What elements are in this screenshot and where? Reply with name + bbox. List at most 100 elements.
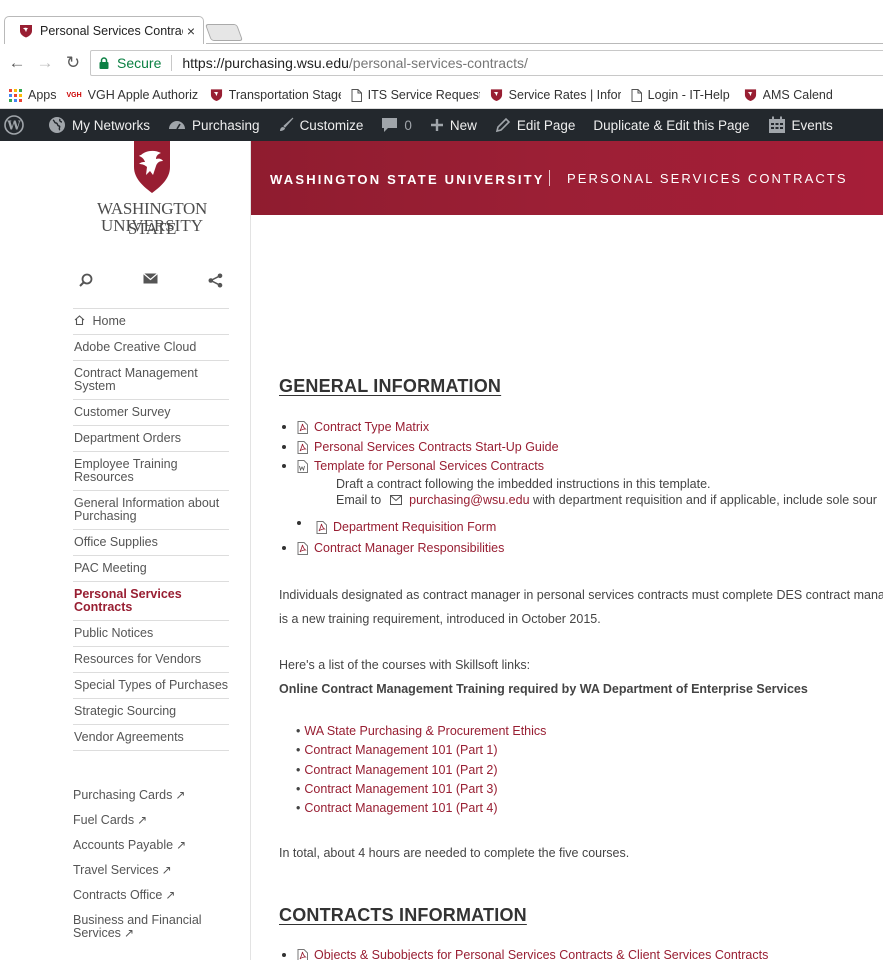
customize-menu[interactable]: Customize [269,109,373,141]
mail-icon[interactable] [143,273,158,288]
tab-close-icon[interactable]: × [187,23,195,39]
duplicate-edit-link[interactable]: Duplicate & Edit this Page [584,109,758,141]
calendar-icon [768,116,786,134]
link-department-requisition-form[interactable]: Department Requisition Form [316,520,496,534]
course-link-cm101-part3[interactable]: • Contract Management 101 (Part 3) [296,782,498,796]
pdf-icon [316,520,327,534]
wordpress-icon: W [4,115,24,135]
email-line: Email to purchasing@wsu.edu with departm… [336,493,877,508]
sidebar-item-adobe-creative-cloud[interactable]: Adobe Creative Cloud [73,335,229,361]
pdf-icon [297,948,308,960]
wsu-shield-icon [210,88,223,102]
wsu-shield-icon [490,88,503,102]
svg-text:W: W [6,119,21,133]
general-information-heading: GENERAL INFORMATION [279,376,502,396]
wp-logo-menu[interactable]: W [0,109,39,141]
sidebar-item-special-types-of-purchases[interactable]: Special Types of Purchases [73,673,229,699]
sidebar-item-personal-services-contracts[interactable]: Personal Services Contracts [73,582,229,621]
sidebar-item-public-notices[interactable]: Public Notices [73,621,229,647]
sidebar-external-links: Purchasing Cards ↗ Fuel Cards ↗ Accounts P… [73,789,229,952]
edit-page-link[interactable]: Edit Page [486,109,585,141]
ext-link-business-financial-services[interactable]: Business and Financial Services ↗ [73,914,213,940]
sidebar: WASHINGTON STATE UNIVERSITY Home Adobe C… [0,141,251,960]
link-contract-type-matrix[interactable]: Contract Type Matrix [282,420,429,434]
header-university[interactable]: WASHINGTON STATE UNIVERSITY [270,172,545,187]
sidebar-item-resources-for-vendors[interactable]: Resources for Vendors [73,647,229,673]
new-content-menu[interactable]: New [421,109,486,141]
sidebar-item-customer-survey[interactable]: Customer Survey [73,400,229,426]
bookmark-login-it-help[interactable]: Login - IT-Help [631,88,730,102]
comment-icon [381,117,398,133]
purchasing-site-menu[interactable]: Purchasing [159,109,269,141]
course-link-ethics[interactable]: • WA State Purchasing & Procurement Ethic… [296,724,546,738]
link-contract-manager-responsibilities[interactable]: Contract Manager Responsibilities [282,541,504,555]
browser-tabstrip: Personal Services Contrac × [0,0,883,44]
address-bar[interactable]: Secure https://purchasing.wsu.edu /perso… [90,50,883,76]
paragraph-contract-manager-cont: is a new training requirement, introduce… [279,612,601,626]
page-icon [631,88,642,102]
envelope-icon [389,494,402,508]
lock-icon [99,57,109,69]
bookmark-apps[interactable]: Apps [9,88,57,102]
word-doc-icon [297,459,308,473]
wsu-cougar-shield-icon [134,141,170,193]
header-site-title[interactable]: PERSONAL SERVICES CONTRACTS [567,171,848,186]
course-link-cm101-part1[interactable]: • Contract Management 101 (Part 1) [296,743,498,757]
search-icon[interactable] [79,273,93,288]
comments-menu[interactable]: 0 [372,109,421,141]
sidebar-item-home[interactable]: Home [73,309,229,335]
forward-arrow-icon[interactable]: → [34,53,56,73]
bookmark-transportation[interactable]: Transportation Stage [210,88,341,102]
apps-grid-icon [9,88,22,102]
home-icon [74,314,88,328]
sidebar-item-office-supplies[interactable]: Office Supplies [73,530,229,556]
sidebar-item-department-orders[interactable]: Department Orders [73,426,229,452]
pdf-icon [297,541,308,555]
ext-link-fuel-cards[interactable]: Fuel Cards ↗ [73,814,229,827]
wsu-shield-icon [20,24,32,37]
share-icon[interactable] [208,273,223,288]
sidebar-item-contract-management-system[interactable]: Contract Management System [73,361,229,400]
pencil-icon [495,117,511,133]
my-networks-menu[interactable]: My Networks [39,109,159,141]
email-link[interactable]: purchasing@wsu.edu [409,493,529,507]
sidebar-tools [73,273,229,288]
events-menu[interactable]: Events [759,109,842,141]
sidebar-item-strategic-sourcing[interactable]: Strategic Sourcing [73,699,229,725]
contracts-information-heading: CONTRACTS INFORMATION [279,905,527,925]
sidebar-item-general-information[interactable]: General Information about Purchasing [73,491,229,530]
link-start-up-guide[interactable]: Personal Services Contracts Start-Up Gui… [282,440,559,454]
course-link-cm101-part4[interactable]: • Contract Management 101 (Part 4) [296,801,498,815]
back-arrow-icon[interactable]: ← [6,53,28,73]
link-objects-subobjects[interactable]: Objects & Subobjects for Personal Servic… [282,948,768,960]
pdf-icon [297,420,308,434]
site-header-banner: WASHINGTON STATE UNIVERSITY PERSONAL SER… [251,141,883,215]
ext-link-accounts-payable[interactable]: Accounts Payable ↗ [73,839,229,852]
sidebar-item-vendor-agreements[interactable]: Vendor Agreements [73,725,229,751]
dashboard-icon [168,117,186,133]
bookmark-its-service[interactable]: ITS Service Request S [351,88,480,102]
ext-link-contracts-office[interactable]: Contracts Office ↗ [73,889,229,902]
course-link-cm101-part2[interactable]: • Contract Management 101 (Part 2) [296,763,498,777]
sidebar-item-employee-training[interactable]: Employee Training Resources [73,452,229,491]
globe-icon [48,116,66,134]
browser-tab-active[interactable]: Personal Services Contrac × [4,16,204,44]
bookmark-vgh[interactable]: VGH VGH Apple Authoriz [67,88,200,102]
external-link-icon: ↗ [123,926,134,940]
bookmark-service-rates[interactable]: Service Rates | Inform [490,88,621,102]
bookmark-ams-calendar[interactable]: AMS Calend [744,88,833,102]
vgh-icon: VGH [66,91,82,99]
external-link-icon: ↗ [137,813,148,827]
ext-link-purchasing-cards[interactable]: Purchasing Cards ↗ [73,789,229,802]
template-note: Draft a contract following the imbedded … [336,477,711,491]
bookmarks-bar: Apps VGH VGH Apple Authoriz Transportati… [0,82,883,109]
secure-label: Secure [117,55,162,71]
sidebar-nav: Home Adobe Creative Cloud Contract Manag… [73,308,229,751]
ext-link-travel-services[interactable]: Travel Services ↗ [73,864,229,877]
wsu-shield-icon [744,88,757,102]
new-tab-button[interactable] [204,24,244,41]
external-link-icon: ↗ [175,788,186,802]
sidebar-item-pac-meeting[interactable]: PAC Meeting [73,556,229,582]
link-template-personal-services[interactable]: Template for Personal Services Contracts [282,459,544,473]
reload-icon[interactable]: ↻ [62,53,84,73]
